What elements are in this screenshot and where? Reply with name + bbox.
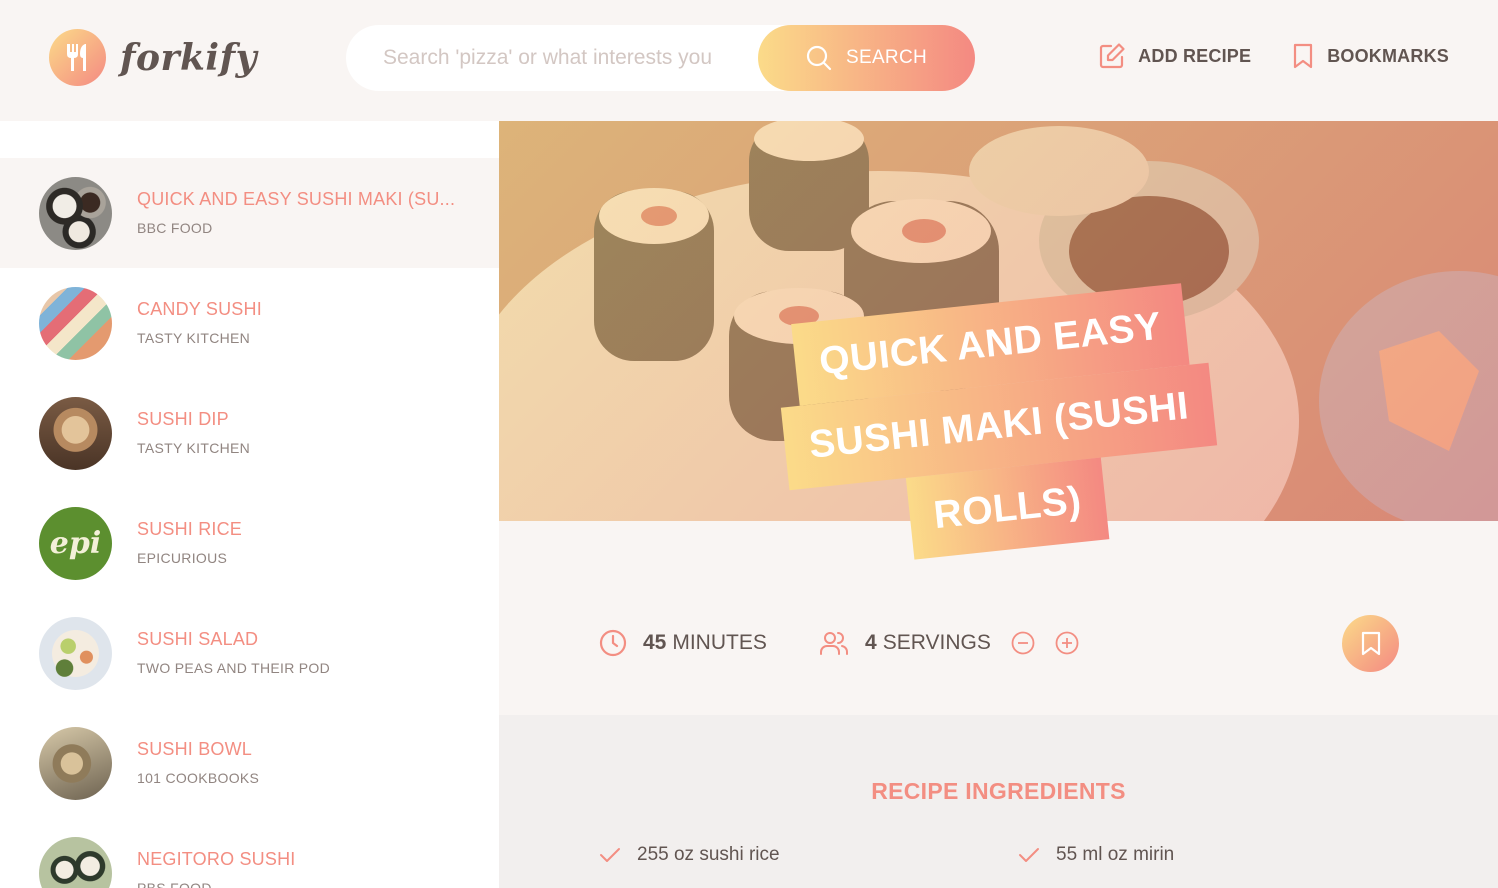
ingredients-heading: RECIPE INGREDIENTS bbox=[871, 778, 1126, 804]
result-title: SUSHI RICE bbox=[137, 519, 243, 539]
servings: 4 SERVINGS bbox=[819, 615, 1095, 671]
result-publisher: TASTY KITCHEN bbox=[137, 330, 251, 346]
minus-circle-icon[interactable] bbox=[1011, 631, 1035, 655]
list-item[interactable]: SUSHI SALAD TWO PEAS AND THEIR POD bbox=[0, 598, 499, 708]
result-title: QUICK AND EASY SUSHI MAKI (SU... bbox=[137, 189, 456, 209]
edit-icon bbox=[1100, 43, 1125, 69]
bookmarks-label: BOOKMARKS bbox=[1327, 45, 1449, 66]
result-publisher: PBS FOOD bbox=[137, 880, 212, 888]
result-publisher: EPICURIOUS bbox=[137, 550, 228, 566]
cooking-time: 45 MINUTES bbox=[599, 615, 767, 671]
recipe-thumbnail bbox=[39, 397, 112, 470]
result-title: NEGITORO SUSHI bbox=[137, 849, 296, 869]
ingredient-text: 255 oz sushi rice bbox=[637, 844, 780, 865]
logo[interactable]: forkify bbox=[49, 29, 257, 86]
result-publisher: TASTY KITCHEN bbox=[137, 440, 251, 456]
list-item[interactable]: SUSHI BOWL 101 COOKBOOKS bbox=[0, 708, 499, 818]
nav: ADD RECIPE BOOKMARKS bbox=[1058, 42, 1449, 70]
servings-unit: SERVINGS bbox=[882, 631, 991, 654]
search-button-label: SEARCH bbox=[846, 47, 927, 68]
recipe-ingredients: RECIPE INGREDIENTS 255 oz sushi rice 55 … bbox=[499, 715, 1498, 888]
bookmark-icon bbox=[1361, 631, 1380, 655]
result-title: SUSHI BOWL bbox=[137, 739, 253, 759]
search-input[interactable] bbox=[383, 25, 753, 91]
list-item[interactable]: QUICK AND EASY SUSHI MAKI (SU... BBC FOO… bbox=[0, 158, 499, 268]
result-publisher: BBC FOOD bbox=[137, 220, 213, 236]
list-item[interactable]: NEGITORO SUSHI PBS FOOD bbox=[0, 818, 499, 888]
plus-circle-icon[interactable] bbox=[1055, 631, 1079, 655]
recipe-details: 45 MINUTES 4 SERVINGS bbox=[499, 615, 1498, 672]
epi-logo: epi bbox=[39, 507, 112, 580]
cooking-time-unit: MINUTES bbox=[672, 631, 767, 654]
bookmark-recipe-button[interactable] bbox=[1342, 615, 1399, 672]
recipe-thumbnail bbox=[39, 837, 112, 888]
cooking-time-value: 45 bbox=[643, 631, 667, 654]
search-results: QUICK AND EASY SUSHI MAKI (SU... BBC FOO… bbox=[0, 121, 499, 888]
fork-knife-icon bbox=[49, 29, 106, 86]
check-icon bbox=[1019, 848, 1039, 862]
recipe-view: QUICK AND EASY SUSHI MAKI (SUSHI ROLLS) … bbox=[499, 121, 1498, 888]
recipe-title: QUICK AND EASY SUSHI MAKI (SUSHI ROLLS) bbox=[765, 280, 1232, 572]
result-title: SUSHI SALAD bbox=[137, 629, 259, 649]
ingredient-item: 55 ml oz mirin bbox=[1018, 844, 1174, 866]
add-recipe-button[interactable]: ADD RECIPE bbox=[1098, 42, 1251, 70]
result-title: SUSHI DIP bbox=[137, 409, 229, 429]
result-title: CANDY SUSHI bbox=[137, 299, 262, 319]
result-publisher: 101 COOKBOOKS bbox=[137, 770, 260, 786]
bookmark-icon bbox=[1294, 43, 1313, 69]
list-item[interactable]: CANDY SUSHI TASTY KITCHEN bbox=[0, 268, 499, 378]
recipe-thumbnail: epi bbox=[39, 507, 112, 580]
servings-value: 4 bbox=[865, 631, 877, 654]
check-icon bbox=[600, 848, 620, 862]
clock-icon bbox=[599, 629, 627, 657]
recipe-thumbnail bbox=[39, 617, 112, 690]
recipe-thumbnail bbox=[39, 177, 112, 250]
ingredient-item: 255 oz sushi rice bbox=[599, 844, 780, 866]
search-button[interactable]: SEARCH bbox=[758, 25, 975, 91]
add-recipe-label: ADD RECIPE bbox=[1138, 45, 1252, 66]
ingredient-text: 55 ml oz mirin bbox=[1056, 844, 1175, 865]
search-bar: SEARCH bbox=[346, 25, 975, 91]
list-item[interactable]: SUSHI DIP TASTY KITCHEN bbox=[0, 378, 499, 488]
recipe-thumbnail bbox=[39, 727, 112, 800]
header: forkify SEARCH ADD RECIPE BOOKMARKS bbox=[0, 0, 1498, 121]
recipe-thumbnail bbox=[39, 287, 112, 360]
app-name: forkify bbox=[120, 36, 257, 79]
users-icon bbox=[820, 632, 849, 655]
search-icon bbox=[806, 45, 832, 71]
bookmarks-button[interactable]: BOOKMARKS bbox=[1291, 42, 1449, 70]
result-publisher: TWO PEAS AND THEIR POD bbox=[137, 660, 331, 676]
list-item[interactable]: epi SUSHI RICE EPICURIOUS bbox=[0, 488, 499, 598]
